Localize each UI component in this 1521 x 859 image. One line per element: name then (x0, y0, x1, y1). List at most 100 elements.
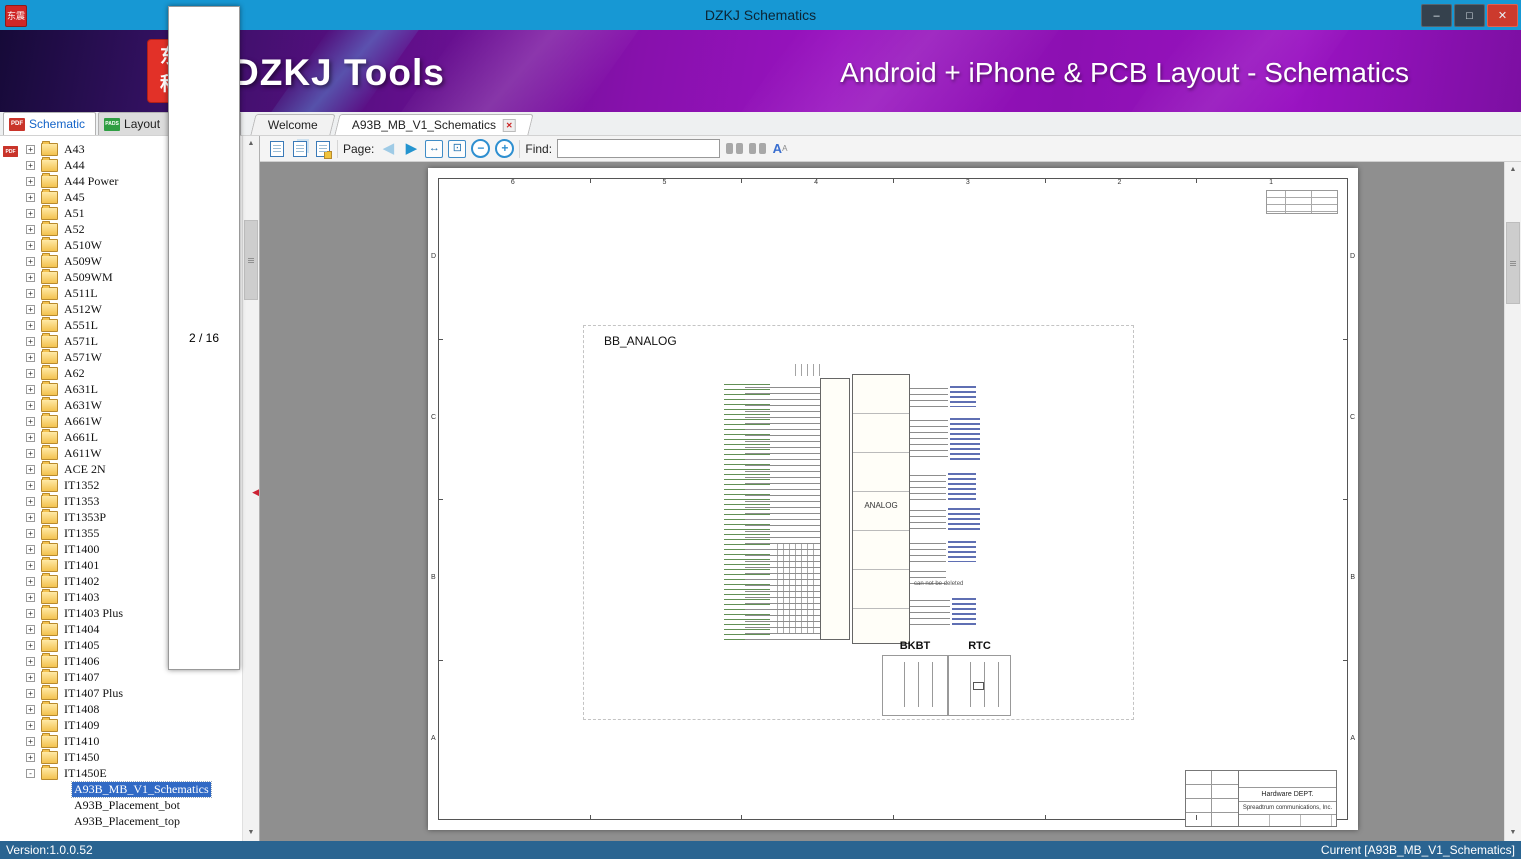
expand-icon[interactable]: + (26, 208, 35, 218)
sheet-title: BB_ANALOG (604, 334, 677, 348)
expand-icon[interactable]: + (26, 240, 35, 250)
previous-page-icon[interactable]: ◀ (379, 139, 397, 159)
tree-item-label: IT1450E (64, 765, 107, 780)
expand-icon[interactable]: + (26, 672, 35, 682)
tab-welcome[interactable]: Welcome (250, 114, 336, 135)
expand-icon[interactable]: + (26, 688, 35, 698)
expand-icon[interactable]: + (26, 528, 35, 538)
find-next-icon[interactable] (748, 139, 766, 159)
expand-icon[interactable]: + (26, 320, 35, 330)
expand-icon[interactable]: + (26, 624, 35, 634)
page-copy-icon[interactable] (314, 139, 332, 159)
expand-icon[interactable]: + (26, 144, 35, 154)
tree-item[interactable]: - IT1450E (0, 764, 243, 781)
expand-icon[interactable]: + (26, 192, 35, 202)
tree-item-label: IT1401 (64, 557, 100, 572)
title-block-footer (1239, 815, 1336, 826)
expand-icon[interactable]: + (26, 384, 35, 394)
page-input[interactable] (168, 6, 240, 670)
sidebar-collapse-handle[interactable]: ◀ (252, 488, 259, 497)
tree-item[interactable]: PDF A93B_MB_V1_Schematics (0, 146, 243, 798)
grid-row-label: A (431, 734, 436, 742)
expand-icon[interactable]: + (26, 352, 35, 362)
expand-icon[interactable]: + (26, 464, 35, 474)
tree-item[interactable]: PDF A93B_Placement_top (0, 146, 243, 829)
fit-page-icon[interactable]: ⊡ (448, 139, 467, 158)
expand-icon[interactable]: + (26, 560, 35, 570)
tree-item[interactable]: PDF A93B_Placement_bot (0, 146, 243, 813)
expand-icon[interactable]: + (26, 704, 35, 714)
expand-icon[interactable]: + (26, 592, 35, 602)
scrollbar-thumb[interactable] (244, 220, 258, 300)
analog-ic-label: ANALOG (864, 501, 898, 510)
grid-column-label: 4 (814, 179, 819, 186)
expand-icon[interactable]: + (26, 496, 35, 506)
tree-item[interactable]: + IT1407 (0, 668, 243, 685)
component-cluster (772, 544, 816, 634)
tree-item-label: A45 (64, 189, 85, 204)
find-previous-icon[interactable] (725, 139, 743, 159)
expand-icon[interactable]: + (26, 544, 35, 554)
zoom-out-icon[interactable]: − (471, 139, 491, 158)
net-labels-right (948, 538, 976, 562)
expand-icon[interactable]: + (26, 224, 35, 234)
expand-icon[interactable]: + (26, 608, 35, 618)
expand-icon[interactable]: + (26, 656, 35, 666)
tree-item[interactable]: + IT1408 (0, 700, 243, 717)
tree-item[interactable]: + IT1450 (0, 748, 243, 765)
scroll-down-icon[interactable]: ▼ (243, 825, 259, 841)
expand-icon[interactable]: + (26, 416, 35, 426)
expand-icon[interactable]: + (26, 512, 35, 522)
net-labels-right (950, 415, 980, 462)
collapse-icon[interactable]: - (26, 768, 35, 778)
tree-item[interactable]: + IT1409 (0, 716, 243, 733)
app-icon: 东震 (5, 5, 27, 27)
expand-icon[interactable]: + (26, 576, 35, 586)
folder-icon (41, 700, 58, 716)
tab-a93b-schematics[interactable]: A93B_MB_V1_Schematics ✕ (334, 114, 534, 135)
zoom-in-icon[interactable]: + (495, 139, 515, 158)
single-page-icon[interactable] (268, 139, 286, 159)
match-case-icon[interactable]: AA (771, 139, 789, 159)
expand-icon[interactable]: + (26, 480, 35, 490)
fit-width-icon[interactable]: ↔ (425, 139, 444, 158)
expand-icon[interactable]: + (26, 448, 35, 458)
viewer-scrollbar[interactable]: ▲ ▼ (1504, 162, 1521, 841)
expand-icon[interactable]: + (26, 304, 35, 314)
app-body: + A43 + A44 + A44 Power + A45 + A51 + A52 + A510W + A50… (0, 6, 1521, 841)
expand-icon[interactable]: + (26, 256, 35, 266)
expand-icon[interactable]: + (26, 160, 35, 170)
tab-schematic[interactable]: PDF Schematic (3, 112, 97, 135)
folder-icon (41, 716, 58, 732)
expand-icon[interactable]: + (26, 272, 35, 282)
expand-icon[interactable]: + (26, 336, 35, 346)
tab-layout[interactable]: PADS Layout (98, 112, 172, 135)
expand-icon[interactable]: + (26, 368, 35, 378)
folder-icon (41, 444, 58, 460)
frame-tick (1196, 178, 1198, 183)
maximize-button[interactable]: □ (1454, 4, 1485, 27)
expand-icon[interactable]: + (26, 176, 35, 186)
scroll-up-icon[interactable]: ▲ (243, 136, 259, 152)
tree-item[interactable]: + IT1407 Plus (0, 684, 243, 701)
expand-icon[interactable]: + (26, 736, 35, 746)
expand-icon[interactable]: + (26, 288, 35, 298)
expand-icon[interactable]: + (26, 432, 35, 442)
expand-icon[interactable]: + (26, 400, 35, 410)
close-button[interactable]: ✕ (1487, 4, 1518, 27)
tree-item[interactable]: + IT1410 (0, 732, 243, 749)
scroll-up-icon[interactable]: ▲ (1505, 162, 1521, 178)
expand-icon[interactable]: + (26, 752, 35, 762)
folder-icon (41, 252, 58, 268)
find-input[interactable] (557, 139, 721, 158)
close-tab-icon[interactable]: ✕ (502, 118, 516, 132)
scroll-down-icon[interactable]: ▼ (1505, 825, 1521, 841)
double-page-icon[interactable] (291, 139, 309, 159)
next-page-icon[interactable]: ▶ (402, 139, 420, 159)
expand-icon[interactable]: + (26, 720, 35, 730)
expand-icon[interactable]: + (26, 640, 35, 650)
minimize-button[interactable]: – (1421, 4, 1452, 27)
scrollbar-thumb[interactable] (1506, 222, 1520, 304)
pdf-viewer[interactable]: BB_ANALOG ANALOG can not be deleted BKBT… (260, 162, 1521, 841)
tree-item-label: IT1403 (64, 589, 100, 604)
